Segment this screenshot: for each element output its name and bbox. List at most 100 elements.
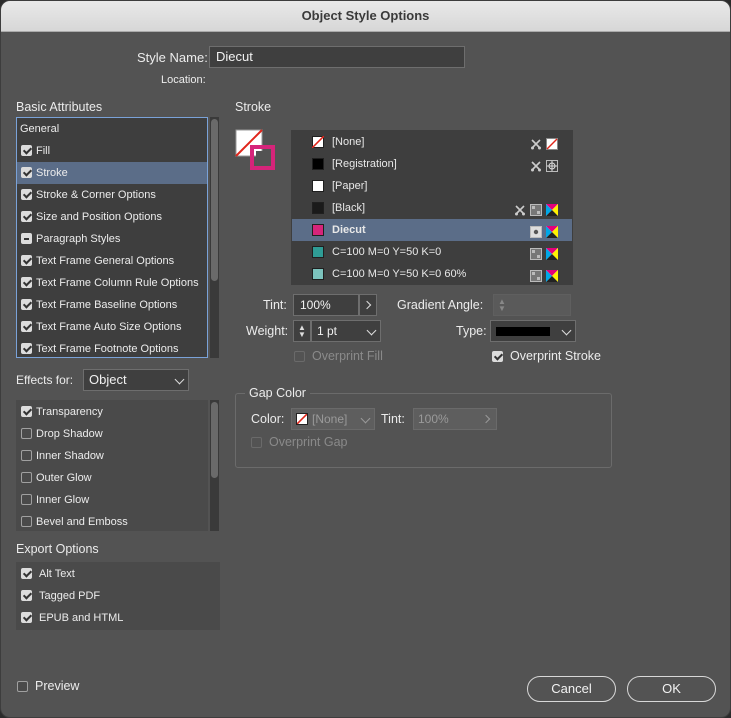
tint-input[interactable]: 100% (293, 294, 359, 316)
swatch-row[interactable]: C=100 M=0 Y=50 K=0 60% (292, 263, 572, 284)
list-item[interactable]: Text Frame Baseline Options (17, 294, 207, 316)
list-item[interactable]: Transparency (17, 401, 207, 423)
list-item[interactable]: Paragraph Styles (17, 228, 207, 250)
item-checkbox[interactable] (21, 472, 32, 483)
swatch-name: C=100 M=0 Y=50 K=0 60% (332, 268, 467, 280)
basic-attributes-list[interactable]: General Fill Stroke Stroke & Corner Options… (16, 117, 208, 358)
export-options-heading: Export Options (16, 542, 99, 556)
list-item[interactable]: Text Frame Footnote Options (17, 338, 207, 357)
cmyk-icon (546, 246, 558, 260)
swatch-chip (312, 180, 324, 192)
list-item[interactable]: Text Frame Auto Size Options (17, 316, 207, 338)
swatch-row[interactable]: [None] (292, 131, 572, 153)
item-checkbox[interactable] (21, 167, 32, 178)
overprint-stroke-checkbox[interactable] (492, 351, 503, 362)
fill-stroke-proxy-icon[interactable] (235, 129, 277, 171)
swatch-row[interactable]: Diecut (292, 219, 572, 241)
item-checkbox[interactable] (21, 145, 32, 156)
swatch-row[interactable]: [Registration] (292, 153, 572, 175)
tint-label: Tint: (263, 298, 287, 312)
gap-color-heading: Gap Color (245, 386, 310, 400)
list-item[interactable]: Inner Shadow (17, 445, 207, 467)
item-checkbox[interactable] (21, 299, 32, 310)
list-item[interactable]: Stroke & Corner Options (17, 184, 207, 206)
stroke-type-select[interactable] (490, 320, 576, 342)
list-item-label: Text Frame Baseline Options (36, 299, 178, 311)
item-checkbox[interactable] (21, 516, 32, 527)
scrollbar-thumb[interactable] (211, 402, 218, 478)
list-item[interactable]: Outer Glow (17, 467, 207, 489)
swatch-row[interactable]: C=100 M=0 Y=50 K=0 (292, 241, 572, 263)
object-style-options-dialog: Object Style Options Style Name: Diecut … (0, 0, 731, 718)
preview-checkbox[interactable] (17, 681, 28, 692)
export-options-list[interactable]: Alt Text Tagged PDF EPUB and HTML (16, 562, 220, 630)
list-item[interactable]: General (17, 118, 207, 140)
item-checkbox[interactable] (21, 343, 32, 354)
item-checkbox[interactable] (21, 494, 32, 505)
gap-color-select[interactable]: [None] (291, 408, 375, 430)
list-item[interactable]: Text Frame General Options (17, 250, 207, 272)
list-item-label: Text Frame Footnote Options (36, 343, 179, 355)
list-item[interactable]: Stroke (17, 162, 207, 184)
swatch-chip (312, 224, 324, 236)
item-checkbox[interactable] (21, 612, 32, 623)
item-checkbox[interactable] (21, 406, 32, 417)
scissors-icon (514, 202, 526, 216)
overprint-fill-checkbox[interactable] (294, 351, 305, 362)
overprint-gap-checkbox[interactable] (251, 437, 262, 448)
weight-select[interactable]: 1 pt (311, 320, 381, 342)
style-name-input[interactable]: Diecut (209, 46, 465, 68)
list-item[interactable]: Inner Glow (17, 489, 207, 511)
chevron-right-icon (362, 300, 372, 310)
item-checkbox[interactable] (21, 277, 32, 288)
item-checkbox[interactable] (21, 450, 32, 461)
list-item[interactable]: Tagged PDF (17, 585, 219, 607)
list-item[interactable]: Alt Text (17, 563, 219, 585)
overprint-fill-label: Overprint Fill (312, 349, 383, 363)
chevron-right-icon (481, 414, 491, 424)
list-item[interactable]: EPUB and HTML (17, 607, 219, 629)
weight-stepper[interactable]: ▲ ▼ (293, 320, 311, 342)
swatch-row[interactable]: [Paper] (292, 175, 572, 197)
effects-for-value: Object (89, 372, 127, 387)
item-checkbox[interactable] (21, 211, 32, 222)
scrollbar-thumb[interactable] (211, 119, 218, 281)
list-item-label: Paragraph Styles (36, 233, 121, 245)
gap-tint-input[interactable]: 100% (413, 408, 497, 430)
effects-scrollbar[interactable] (210, 400, 219, 531)
list-item-label: Stroke & Corner Options (36, 189, 156, 201)
list-item[interactable]: Text Frame Column Rule Options (17, 272, 207, 294)
cancel-button[interactable]: Cancel (527, 676, 616, 702)
cmyk-icon (546, 224, 558, 238)
list-item-label: Text Frame Column Rule Options (36, 277, 199, 289)
tint-slider-button[interactable] (359, 294, 377, 316)
swatch-name: C=100 M=0 Y=50 K=0 (332, 246, 442, 258)
swatch-list[interactable]: [None] [Registration] [Paper] [Black] Diecut… (291, 130, 573, 285)
list-item[interactable]: Bevel and Emboss (17, 511, 207, 530)
list-item[interactable]: Size and Position Options (17, 206, 207, 228)
swatch-name: [Black] (332, 202, 366, 214)
item-checkbox[interactable] (21, 428, 32, 439)
list-item[interactable]: Fill (17, 140, 207, 162)
basic-attributes-scrollbar[interactable] (210, 117, 219, 358)
item-checkbox[interactable] (21, 321, 32, 332)
list-item[interactable]: Drop Shadow (17, 423, 207, 445)
swatch-row[interactable]: [Black] (292, 197, 572, 219)
item-checkbox[interactable] (21, 568, 32, 579)
effects-list[interactable]: Transparency Drop Shadow Inner Shadow Outer… (16, 400, 208, 531)
stepper-icon: ▲ ▼ (298, 323, 306, 339)
item-checkbox[interactable] (21, 189, 32, 200)
ok-button[interactable]: OK (627, 676, 716, 702)
list-item-label: General (20, 123, 60, 135)
stroke-heading: Stroke (235, 100, 272, 114)
swatch-name: Diecut (332, 224, 366, 236)
effects-for-select[interactable]: Object (83, 369, 189, 391)
list-item-label: Stroke (36, 167, 68, 179)
item-checkbox[interactable] (21, 233, 32, 244)
item-checkbox[interactable] (21, 255, 32, 266)
stepper-icon: ▲ ▼ (498, 297, 506, 313)
gradient-angle-label: Gradient Angle: (397, 298, 484, 312)
weight-label: Weight: (246, 324, 289, 338)
item-checkbox[interactable] (21, 590, 32, 601)
gap-tint-label: Tint: (381, 412, 405, 426)
